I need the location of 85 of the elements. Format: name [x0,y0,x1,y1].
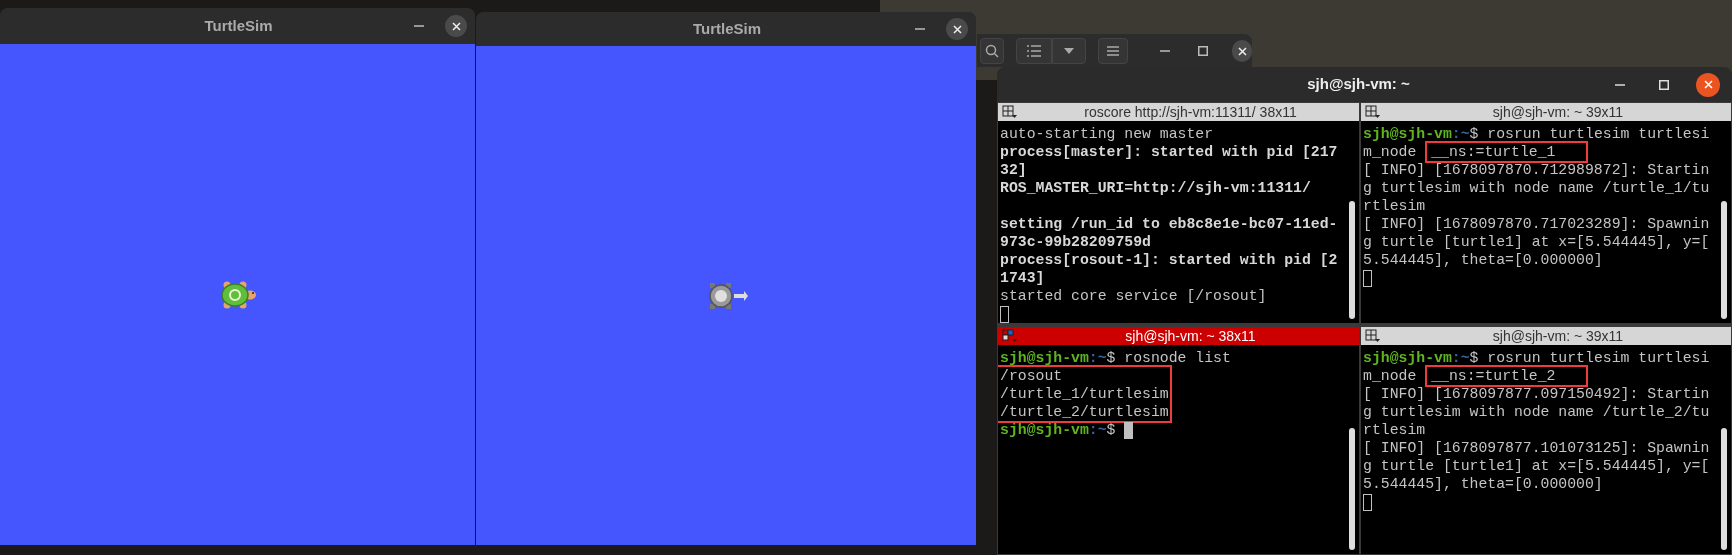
window-title: TurtleSim [204,15,273,36]
terminal-line: ROS_MASTER_URI=http://sjh-vm:11311/ [1000,179,1312,197]
terminal-line: process[rosout-1]: started with pid [2 [1000,251,1339,269]
pane-header[interactable]: sjh@sjh-vm: ~ 39x11 [1361,103,1731,121]
text-cursor [1363,493,1372,511]
scrollbar[interactable] [1721,428,1727,550]
prompt-path: :~ [1451,125,1470,143]
minimize-icon [915,28,925,30]
terminal-line: [ INFO] [1678097870.717023289]: Spawnin [1363,215,1711,233]
terminal-line: g turtlesim with node name /turtle_2/tu [1363,403,1711,421]
window-title: TurtleSim [692,18,762,39]
pane-header[interactable]: sjh@sjh-vm: ~ 38x11 [998,327,1359,345]
scrollbar[interactable] [1349,201,1355,319]
prompt-user: sjh@sjh-vm [1000,421,1089,439]
close-icon [952,24,962,34]
highlighted-text: __ns:=turtle_1 [1425,141,1588,163]
scrollbar[interactable] [1721,201,1727,319]
prompt-path: :~ [1088,349,1107,367]
prompt-user: sjh@sjh-vm [1000,349,1089,367]
pane-title: sjh@sjh-vm: ~ 38x11 [1124,327,1257,345]
minimize-icon [1615,83,1625,86]
command-text: $ rosrun turtlesim turtlesi [1469,349,1711,367]
command-text: $ [1106,421,1117,439]
terminal-line: setting /run_id to eb8c8e1e-bc07-11ed- [1000,215,1339,233]
terminal-line: started core service [/rosout] [1000,287,1268,305]
terminal-line: process[master]: started with pid [217 [1000,143,1339,161]
pane-title: sjh@sjh-vm: ~ 39x11 [1491,327,1625,345]
terminal-line: g turtlesim with node name /turtle_1/tu [1363,179,1711,197]
terminal-text: m_node [1363,143,1418,161]
pane-menu-icon[interactable] [1002,105,1018,119]
close-button[interactable] [1232,40,1252,62]
pane-menu-icon[interactable] [1002,329,1018,343]
pane-menu-icon[interactable] [1365,329,1381,343]
terminal-line: [ INFO] [1678097870.712989872]: Startin [1363,161,1711,179]
maximize-icon [1659,79,1669,90]
prompt-user: sjh@sjh-vm [1363,349,1452,367]
close-icon [1237,46,1247,56]
terminal-line: 1743] [1000,269,1046,287]
window-title: sjh@sjh-vm: ~ [1307,74,1410,95]
pane-header[interactable]: sjh@sjh-vm: ~ 39x11 [1361,327,1731,345]
close-button[interactable] [946,18,968,40]
terminal-line: 5.544445], theta=[0.000000] [1363,475,1604,493]
minimize-icon [414,25,424,27]
pane-menu-icon[interactable] [1365,105,1381,119]
dropdown-button[interactable] [1051,38,1086,64]
prompt-path: :~ [1451,349,1470,367]
menu-button[interactable] [1097,38,1129,64]
list-icon [1026,45,1041,57]
terminal-line: [ INFO] [1678097877.101073125]: Spawnin [1363,439,1711,457]
terminal-text: m_node [1363,367,1418,385]
terminal-line: rtlesim [1363,197,1427,215]
minimize-icon [1160,50,1171,52]
command-text: $ rosnode list [1106,349,1232,367]
terminal-line: auto-starting new master [1000,125,1215,143]
terminal-line: [ INFO] [1678097877.097150492]: Startin [1363,385,1711,403]
close-icon [451,21,461,31]
terminal-line: rtlesim [1363,421,1427,439]
pane-title: sjh@sjh-vm: ~ 39x11 [1491,103,1625,121]
close-icon [1703,80,1713,89]
close-button[interactable] [445,15,467,37]
terminal-line: g turtle [turtle1] at x=[5.544445], y=[ [1363,457,1711,475]
caret-icon [1063,48,1074,54]
terminal-line: /turtle_1/turtlesim [1000,385,1170,403]
terminal-line: 5.544445], theta=[0.000000] [1363,251,1604,269]
search-icon [984,44,999,58]
list-view-button[interactable] [1015,38,1052,64]
command-text: $ rosrun turtlesim turtlesi [1469,125,1711,143]
terminal-line: 973c-99b28209759d [1000,233,1152,251]
terminal-line: 32] [1000,161,1028,179]
pane-title: roscore http://sjh-vm:11311/ 38x11 [1083,103,1298,121]
scrollbar[interactable] [1349,428,1355,550]
pane-header[interactable]: roscore http://sjh-vm:11311/ 38x11 [998,103,1359,121]
text-cursor [1363,269,1372,287]
terminal-line: /rosout [1000,367,1064,385]
maximize-icon [1198,46,1209,56]
text-cursor [1000,305,1009,323]
terminal-line: g turtle [turtle1] at x=[5.544445], y=[ [1363,233,1711,251]
menu-icon [1106,46,1119,56]
highlighted-text: __ns:=turtle_2 [1425,365,1588,387]
search-button[interactable] [980,38,1004,64]
prompt-user: sjh@sjh-vm [1363,125,1452,143]
close-button[interactable] [1696,72,1720,97]
prompt-path: :~ [1088,421,1107,439]
terminal-line: /turtle_2/turtlesim [1000,403,1170,421]
text-cursor [1124,421,1134,439]
